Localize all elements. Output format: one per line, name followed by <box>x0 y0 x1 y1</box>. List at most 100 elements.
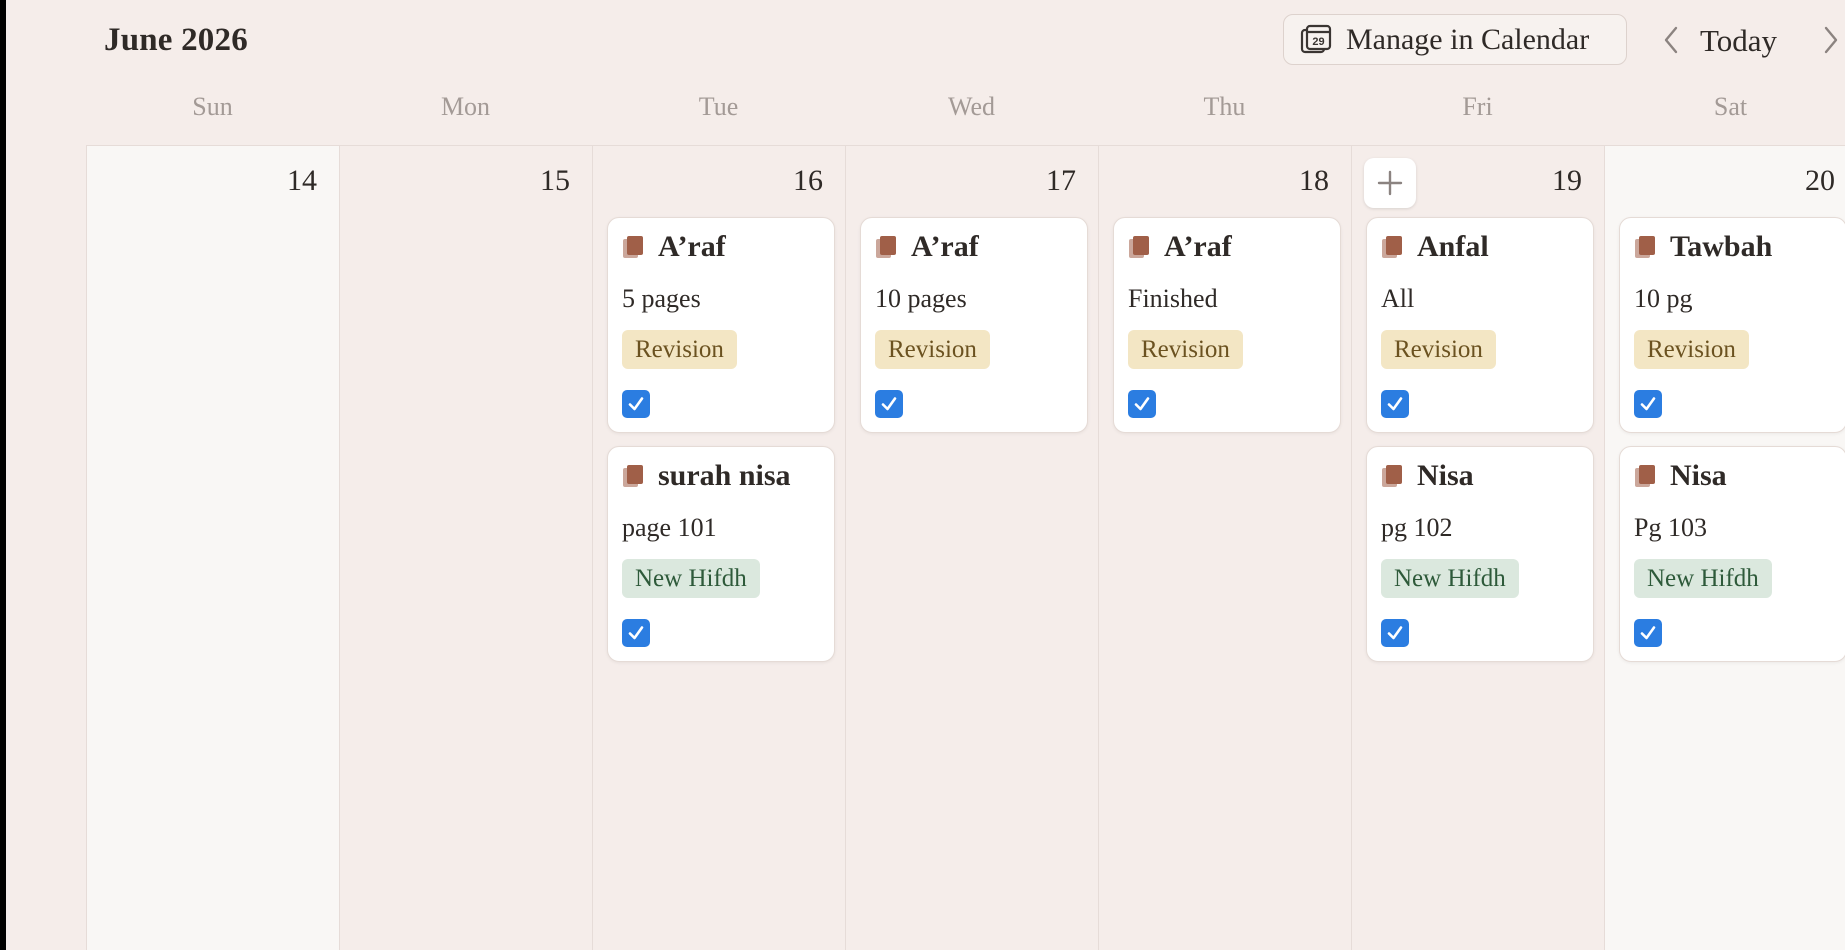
day-cell-20[interactable]: 20 Tawbah 10 pg Revision Nisa Pg 103 New Hifdh <box>1604 146 1845 950</box>
book-icon <box>1382 236 1402 258</box>
book-icon <box>1382 465 1402 487</box>
checkmark-icon <box>1387 397 1403 411</box>
revision-tag: Revision <box>1634 330 1749 369</box>
event-title: A’raf <box>1128 230 1332 264</box>
manage-in-calendar-label: Manage in Calendar <box>1346 22 1590 56</box>
event-card[interactable]: Nisa pg 102 New Hifdh <box>1366 446 1594 662</box>
done-checkbox[interactable] <box>622 619 650 647</box>
month-title: June 2026 <box>104 22 248 58</box>
weekday-label-thu: Thu <box>1203 92 1246 121</box>
event-detail: 5 pages <box>622 284 701 313</box>
weekday-label-sat: Sat <box>1713 92 1748 121</box>
event-title-text: A’raf <box>658 230 726 263</box>
event-detail: Finished <box>1128 284 1218 313</box>
chevron-left-icon <box>1664 26 1678 54</box>
event-detail: 10 pg <box>1634 284 1693 313</box>
checkmark-icon <box>1134 397 1150 411</box>
event-detail: 10 pages <box>875 284 967 313</box>
event-card[interactable]: Tawbah 10 pg Revision <box>1619 217 1845 433</box>
book-icon <box>1635 236 1655 258</box>
book-icon <box>876 236 896 258</box>
day-number: 16 <box>793 164 823 197</box>
event-detail: page 101 <box>622 513 717 542</box>
event-title-text: surah nisa <box>658 459 791 492</box>
event-card[interactable]: Anfal All Revision <box>1366 217 1594 433</box>
event-title-text: Tawbah <box>1670 230 1773 263</box>
done-checkbox[interactable] <box>622 390 650 418</box>
weekday-label-sun: Sun <box>192 92 233 121</box>
day-number: 17 <box>1046 164 1076 197</box>
plus-icon <box>1377 170 1403 196</box>
checkmark-icon <box>881 397 897 411</box>
day-number: 19 <box>1552 164 1582 197</box>
event-title-text: Nisa <box>1417 459 1474 492</box>
day-cell-14[interactable]: 14 <box>86 146 339 950</box>
done-checkbox[interactable] <box>875 390 903 418</box>
event-detail: Pg 103 <box>1634 513 1707 542</box>
calendar-icon: 29 <box>1300 24 1332 56</box>
event-card[interactable]: Nisa Pg 103 New Hifdh <box>1619 446 1845 662</box>
manage-in-calendar-button[interactable]: 29 Manage in Calendar <box>1283 14 1627 65</box>
checkmark-icon <box>1640 626 1656 640</box>
revision-tag: Revision <box>1381 330 1496 369</box>
day-cell-15[interactable]: 15 <box>339 146 592 950</box>
event-title: A’raf <box>875 230 1079 264</box>
event-title-text: A’raf <box>1164 230 1232 263</box>
checkmark-icon <box>1640 397 1656 411</box>
day-cell-18[interactable]: 18 A’raf Finished Revision <box>1098 146 1351 950</box>
new-hifdh-tag: New Hifdh <box>622 559 760 598</box>
done-checkbox[interactable] <box>1634 390 1662 418</box>
weekday-label-mon: Mon <box>440 92 491 121</box>
next-week-button[interactable] <box>1816 20 1845 60</box>
today-button[interactable]: Today <box>1700 20 1810 62</box>
calendar-app: June 2026 29 Manage in Calendar Today Su… <box>0 0 1845 950</box>
book-icon <box>1635 465 1655 487</box>
revision-tag: Revision <box>1128 330 1243 369</box>
weekday-label-tue: Tue <box>698 92 739 121</box>
event-title-text: A’raf <box>911 230 979 263</box>
event-detail: All <box>1381 284 1415 313</box>
event-card[interactable]: A’raf Finished Revision <box>1113 217 1341 433</box>
day-cell-17[interactable]: 17 A’raf 10 pages Revision <box>845 146 1098 950</box>
checkmark-icon <box>628 397 644 411</box>
add-event-button[interactable] <box>1364 158 1416 208</box>
event-detail: pg 102 <box>1381 513 1453 542</box>
event-title: Nisa <box>1634 459 1838 493</box>
event-title: surah nisa <box>622 459 826 493</box>
event-card[interactable]: A’raf 10 pages Revision <box>860 217 1088 433</box>
day-number: 15 <box>540 164 570 197</box>
book-icon <box>623 465 643 487</box>
week-grid: 14 15 16 A’raf 5 pages Revision surah nisa page… <box>86 145 1845 950</box>
done-checkbox[interactable] <box>1128 390 1156 418</box>
checkmark-icon <box>628 626 644 640</box>
previous-week-button[interactable] <box>1656 20 1686 60</box>
book-icon <box>1129 236 1149 258</box>
day-number: 20 <box>1805 164 1835 197</box>
event-title-text: Anfal <box>1417 230 1489 263</box>
event-title: Anfal <box>1381 230 1585 264</box>
event-title-text: Nisa <box>1670 459 1727 492</box>
day-number: 14 <box>287 164 317 197</box>
done-checkbox[interactable] <box>1381 390 1409 418</box>
window-edge <box>0 0 6 950</box>
event-title: A’raf <box>622 230 826 264</box>
new-hifdh-tag: New Hifdh <box>1634 559 1772 598</box>
day-cell-16[interactable]: 16 A’raf 5 pages Revision surah nisa page 101… <box>592 146 845 950</box>
book-icon <box>623 236 643 258</box>
done-checkbox[interactable] <box>1381 619 1409 647</box>
svg-text:29: 29 <box>1312 36 1324 48</box>
weekday-header-row: Sun Mon Tue Wed Thu Fri Sat <box>86 92 1845 132</box>
new-hifdh-tag: New Hifdh <box>1381 559 1519 598</box>
done-checkbox[interactable] <box>1634 619 1662 647</box>
weekday-label-fri: Fri <box>1462 92 1493 121</box>
event-card[interactable]: surah nisa page 101 New Hifdh <box>607 446 835 662</box>
event-title: Tawbah <box>1634 230 1838 264</box>
event-card[interactable]: A’raf 5 pages Revision <box>607 217 835 433</box>
checkmark-icon <box>1387 626 1403 640</box>
revision-tag: Revision <box>622 330 737 369</box>
event-title: Nisa <box>1381 459 1585 493</box>
chevron-right-icon <box>1824 26 1838 54</box>
day-cell-19[interactable]: 19 Anfal All Revision Nisa pg 102 New Hifdh <box>1351 146 1604 950</box>
weekday-label-wed: Wed <box>948 92 995 121</box>
revision-tag: Revision <box>875 330 990 369</box>
